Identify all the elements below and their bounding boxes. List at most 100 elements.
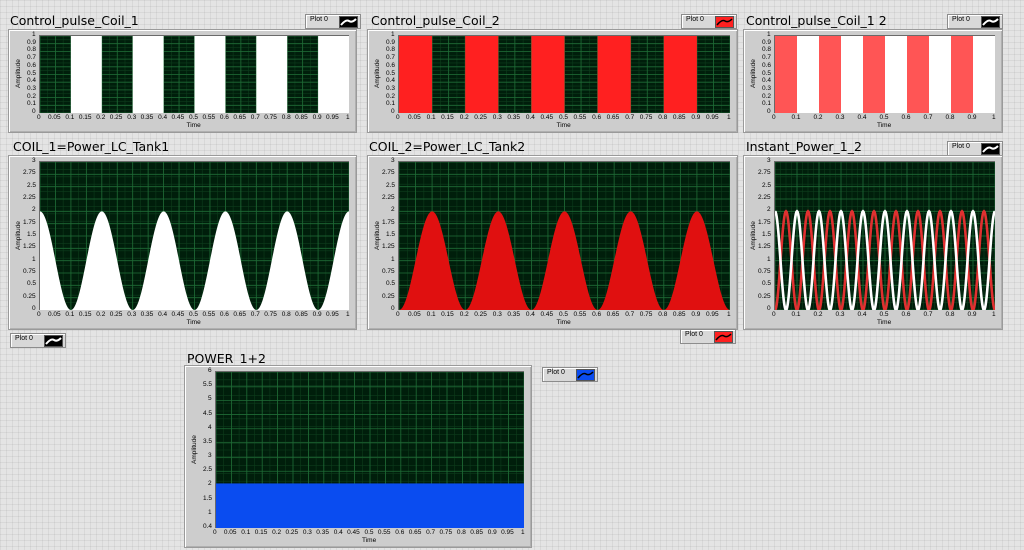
pulse-bar: [885, 36, 907, 113]
x-tick-label: 0.65: [606, 311, 620, 318]
y-tick-label: 0.5: [27, 69, 37, 77]
x-tick-label: 0.55: [377, 529, 391, 536]
x-tick-label: 0.85: [295, 114, 308, 121]
x-tick-label: 0.85: [295, 311, 308, 318]
plot-legend-label: Plot 0: [952, 16, 970, 23]
x-tick-label: 0.6: [219, 311, 229, 318]
x-tick-label: 0.5: [189, 311, 199, 318]
x-tick-label: 0.65: [606, 114, 620, 121]
series-0: [216, 483, 524, 528]
plot-area[interactable]: [398, 161, 730, 310]
y-tick-label: 1.75: [23, 218, 36, 226]
x-tick-label: 0.1: [65, 311, 75, 318]
plot-legend-coil-1-power-lc-tank1[interactable]: Plot 0: [10, 333, 66, 348]
plot-legend-instant-power-1-2[interactable]: Plot 0: [947, 141, 1003, 156]
graph-instant-power-1-2[interactable]: 0 0.1 0.2 0.3 0.4 0.5 0.6 0.7 0.8 0.9 1 0 0.25 0.5 0.7…: [743, 155, 1003, 330]
plot-area[interactable]: [39, 35, 349, 113]
y-tick-label: 0.3: [762, 84, 772, 92]
y-tick-label: 0.1: [386, 100, 396, 108]
y-tick-label: 0.5: [27, 280, 37, 288]
pulse-bar: [256, 36, 288, 113]
x-tick-label: 0.7: [250, 114, 260, 121]
y-tick-label: 1.25: [382, 243, 395, 251]
plot-area[interactable]: [774, 161, 995, 310]
x-tick-label: 0.9: [312, 311, 322, 318]
x-tick-label: 0.55: [573, 114, 587, 121]
pulse-bar: [663, 36, 697, 113]
plot-area[interactable]: [215, 371, 524, 528]
y-tick-label: 1.5: [762, 231, 772, 238]
y-tick-label: 0.25: [382, 292, 395, 300]
y-tick-label: 1: [391, 31, 395, 38]
x-tick-label: 0.3: [835, 114, 845, 121]
graph-control-pulse-coil-2[interactable]: 0 0.05 0.1 0.15 0.2 0.25 0.3 0.35 0.4 0.45 0.5 0.55…: [367, 29, 738, 133]
y-tick-label: 4.5: [203, 409, 213, 417]
y-tick-label: 2.25: [758, 194, 771, 201]
x-tick-label: 0.4: [525, 311, 535, 318]
white-line-icon: [44, 335, 63, 347]
x-tick-label: 1: [346, 311, 350, 318]
graph-title-control-pulse-coil-1: Control_pulse_Coil_1: [10, 13, 139, 28]
x-tick-label: 0.1: [65, 114, 75, 121]
plot-legend-power-1-plus-2[interactable]: Plot 0: [542, 367, 598, 382]
x-tick-label: 0.2: [813, 311, 823, 318]
y-tick-label: 0.6: [27, 61, 37, 69]
graph-control-pulse-coil-1[interactable]: 0 0.05 0.1 0.15 0.2 0.25 0.3 0.35 0.4 0.45 0.5 0.55…: [8, 29, 357, 133]
y-tick-label: 5: [208, 395, 212, 403]
x-tick-label: 0.95: [326, 311, 339, 318]
y-tick-label: 1.25: [23, 243, 36, 251]
pulse-bar: [318, 36, 349, 113]
x-tick-label: 0.5: [879, 311, 889, 318]
x-tick-label: 0.8: [281, 114, 291, 121]
y-tick-label: 0.9: [762, 38, 772, 46]
y-tick-label: 0.2: [762, 92, 772, 100]
x-tick-label: 0.25: [474, 311, 487, 318]
x-tick-label: 0.5: [189, 114, 199, 121]
plot-area[interactable]: [39, 161, 349, 310]
graph-power-1-plus-2[interactable]: 0 0.05 0.1 0.15 0.2 0.25 0.3 0.35 0.4 0.45 0.5 0.55…: [184, 365, 532, 548]
graph-coil-1-power-lc-tank1[interactable]: 0 0.05 0.1 0.15 0.2 0.25 0.3 0.35 0.4 0.45 0.5 0.55…: [8, 155, 357, 330]
graph-title-control-pulse-coil-2: Control_pulse_Coil_2: [371, 13, 500, 28]
x-tick-label: 0.45: [171, 114, 185, 121]
pulse-bar: [132, 36, 164, 113]
y-tick-label: 1.5: [386, 231, 396, 238]
x-tick-label: 0.45: [171, 311, 185, 318]
x-tick-label: 0.95: [501, 529, 514, 536]
x-tick-label: 0.6: [592, 114, 602, 121]
y-tick-label: 0.75: [23, 268, 36, 275]
x-tick-label: 0.35: [507, 114, 520, 121]
y-tick-label: 0: [391, 305, 395, 312]
y-tick-label: 0: [32, 305, 36, 312]
plot-legend-control-pulse-coil-2[interactable]: Plot 0: [681, 14, 737, 29]
x-tick-label: 0.8: [456, 529, 466, 536]
plot-area[interactable]: [774, 35, 995, 113]
graph-control-pulse-coil-1-2[interactable]: 0 0.1 0.2 0.3 0.4 0.5 0.6 0.7 0.8 0.9 1 0 0.1 0.2 0.3 0…: [743, 29, 1003, 133]
graph-title-coil-1-power-lc-tank1: COIL_1=Power_LC_Tank1: [13, 139, 170, 154]
x-tick-label: 0.65: [233, 114, 246, 121]
x-tick-label: 0.8: [658, 114, 668, 121]
y-tick-label: 3: [767, 157, 771, 164]
graph-coil-2-power-lc-tank2[interactable]: 0 0.05 0.1 0.15 0.2 0.25 0.3 0.35 0.4 0.45 0.5 0.55…: [367, 155, 738, 330]
plot-legend-control-pulse-coil-1[interactable]: Plot 0: [305, 14, 361, 29]
plot-legend-coil-2-power-lc-tank2[interactable]: Plot 0: [680, 329, 736, 344]
x-axis-label: Time: [186, 319, 201, 326]
x-tick-label: 0.2: [459, 114, 469, 121]
pulse-bar: [797, 36, 819, 113]
y-tick-label: 2.25: [23, 194, 36, 201]
x-tick-label: 0.85: [672, 311, 686, 318]
y-tick-label: 0.25: [23, 292, 36, 300]
plot-area[interactable]: [398, 35, 730, 113]
y-tick-label: 1: [32, 31, 36, 38]
x-tick-label: 0.3: [302, 529, 312, 536]
y-tick-label: 1: [32, 255, 36, 263]
x-tick-label: 1: [346, 114, 350, 121]
x-tick-label: 0.85: [672, 114, 686, 121]
y-tick-label: 0.75: [382, 268, 395, 275]
plot-canvas: [399, 162, 730, 310]
pulse-bar: [531, 36, 565, 113]
x-tick-label: 0.25: [474, 114, 487, 121]
plot-legend-control-pulse-coil-1-2[interactable]: Plot 0: [947, 14, 1003, 29]
x-tick-label: 0.2: [813, 114, 823, 121]
x-tick-label: 0.3: [835, 311, 845, 318]
x-tick-label: 0: [37, 114, 41, 121]
